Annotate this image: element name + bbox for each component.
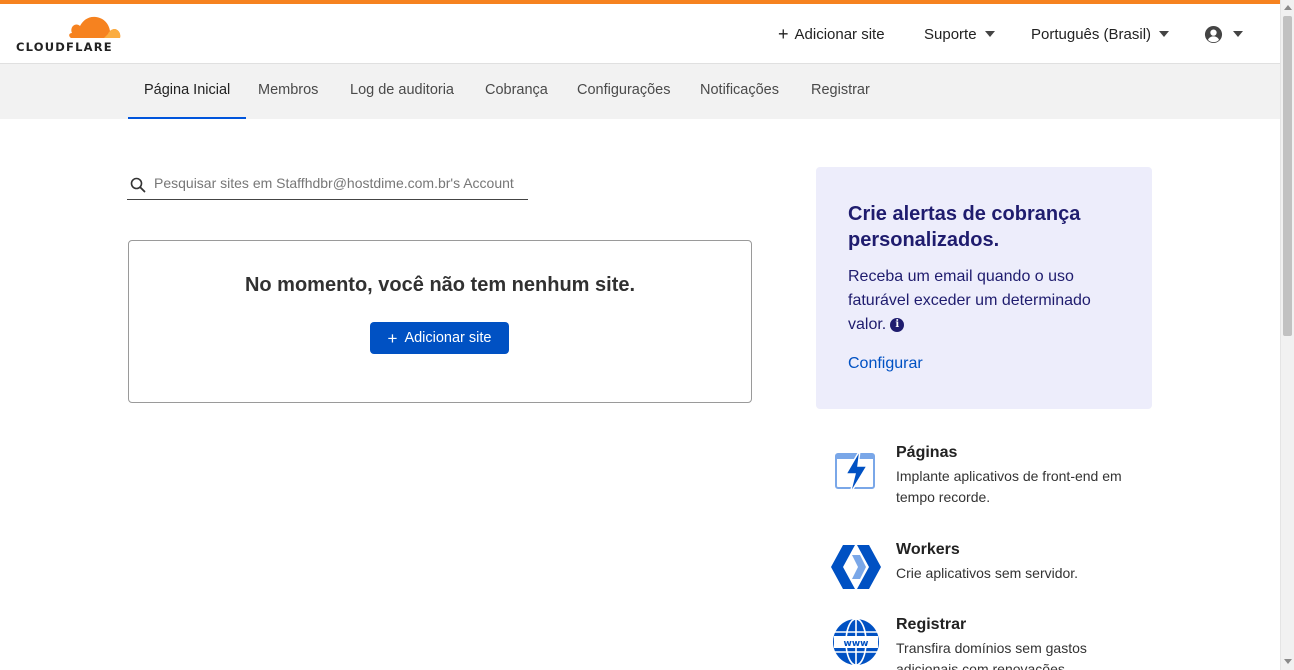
add-site-button-label: Adicionar site — [404, 330, 492, 346]
plus-icon: + — [778, 24, 789, 44]
www-globe-icon: www — [833, 618, 879, 666]
tab-pagina-inicial[interactable]: Página Inicial — [128, 64, 247, 119]
site-search — [127, 167, 528, 200]
empty-state-title: No momento, você não tem nenhum site. — [244, 274, 636, 296]
support-dropdown[interactable]: Suporte — [924, 4, 995, 64]
chevron-down-icon — [984, 31, 995, 37]
logo-wordmark: CLOUDFLARE — [16, 40, 113, 54]
product-description: Crie aplicativos sem servidor. — [896, 565, 1079, 581]
workers-icon — [831, 545, 881, 589]
product-description: Transfira domínios sem gastos adicionais… — [896, 640, 1087, 670]
billing-alerts-promo: Crie alertas de cobrança personalizados.… — [816, 167, 1152, 409]
language-label: Português (Brasil) — [1031, 25, 1152, 43]
product-name: Workers — [896, 541, 960, 558]
search-icon — [130, 177, 146, 193]
product-description: Implante aplicativos de front-end em tem… — [896, 468, 1122, 505]
promo-body: Receba um email quando o uso faturável e… — [848, 265, 1128, 337]
page-scrollbar[interactable] — [1280, 0, 1294, 670]
tab-cobranca[interactable]: Cobrança — [485, 64, 548, 119]
add-site-link[interactable]: + Adicionar site — [778, 4, 885, 64]
chevron-down-icon — [1233, 31, 1243, 37]
account-tabs: Página Inicial Membros Log de auditoria … — [0, 64, 1280, 119]
pages-lightning-icon — [835, 449, 875, 495]
product-name: Registrar — [896, 616, 967, 633]
add-site-button[interactable]: + Adicionar site — [370, 322, 509, 354]
svg-text:www: www — [844, 639, 869, 649]
info-icon[interactable]: i — [890, 318, 905, 332]
configure-link[interactable]: Configurar — [848, 355, 923, 373]
plus-icon: + — [387, 328, 398, 348]
top-header: CLOUDFLARE + Adicionar site Suporte Port… — [0, 4, 1280, 64]
search-input[interactable] — [154, 169, 524, 197]
scrollbar-thumb[interactable] — [1283, 16, 1292, 336]
account-menu[interactable] — [1204, 4, 1243, 64]
promo-title: Crie alertas de cobrança personalizados. — [848, 203, 1081, 251]
tab-configuracoes[interactable]: Configurações — [577, 64, 671, 119]
language-dropdown[interactable]: Português (Brasil) — [1031, 4, 1170, 64]
empty-sites-card: No momento, você não tem nenhum site. + … — [128, 240, 752, 403]
product-name: Páginas — [896, 444, 958, 461]
tab-membros[interactable]: Membros — [258, 64, 318, 119]
scroll-up-icon[interactable] — [1284, 5, 1292, 10]
chevron-down-icon — [1159, 31, 1170, 37]
user-circle-icon — [1204, 25, 1223, 43]
tab-log-de-auditoria[interactable]: Log de auditoria — [350, 64, 454, 119]
cloud-logo-icon — [69, 16, 121, 38]
cloudflare-logo[interactable]: CLOUDFLARE — [16, 14, 122, 54]
add-site-label: Adicionar site — [794, 25, 885, 43]
promo-body-text: Receba um email quando o uso faturável e… — [848, 268, 1091, 333]
support-label: Suporte — [924, 25, 977, 43]
tab-notificacoes[interactable]: Notificações — [700, 64, 779, 119]
scroll-down-icon[interactable] — [1284, 659, 1292, 664]
tab-registrar[interactable]: Registrar — [811, 64, 870, 119]
